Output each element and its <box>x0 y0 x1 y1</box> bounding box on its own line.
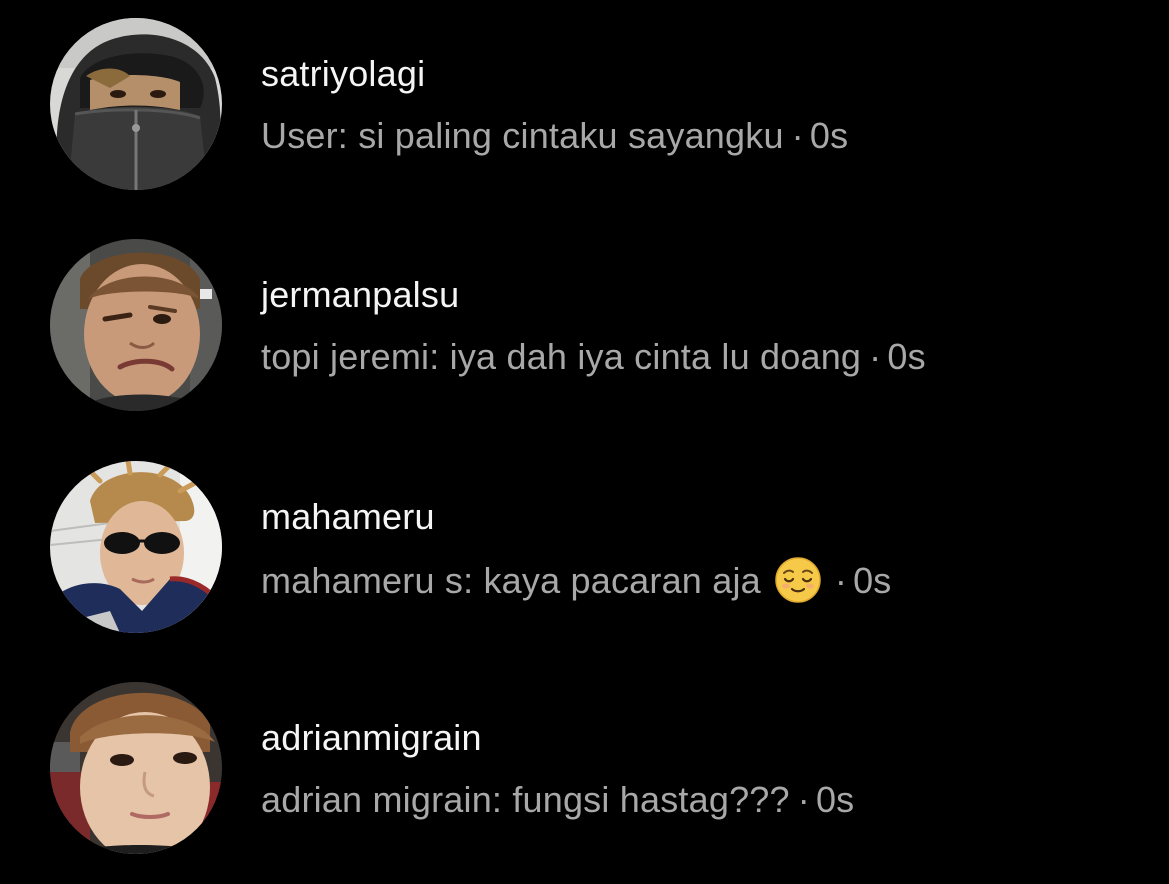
thread-time: 0s <box>853 560 892 601</box>
avatar-hooded-person-icon <box>50 18 222 190</box>
thread-separator: · <box>791 115 804 156</box>
avatar-satriyolagi[interactable] <box>50 18 222 190</box>
thread-time: 0s <box>887 336 926 377</box>
thread-row-mahameru[interactable]: mahameru mahameru s: kaya pacaran aja · 0… <box>0 451 1169 641</box>
thread-preview-text: User: si paling cintaku sayangku <box>261 115 784 156</box>
thread-row-jermanpalsu[interactable]: jermanpalsu topi jeremi: iya dah iya cin… <box>0 229 1169 419</box>
thread-preview: adrian migrain: fungsi hastag??? · 0s <box>261 778 854 822</box>
thread-separator: · <box>797 779 810 820</box>
avatar-sunglasses-person-icon <box>50 461 222 633</box>
avatar-adrianmigrain[interactable] <box>50 682 222 854</box>
thread-username: adrianmigrain <box>261 717 482 758</box>
thread-preview-text: adrian migrain: fungsi hastag??? <box>261 779 790 820</box>
avatar-closeup-face-icon <box>50 682 222 854</box>
avatar-squinting-face-icon <box>50 239 222 411</box>
thread-preview-text: mahameru s: kaya pacaran aja <box>261 560 761 601</box>
thread-time: 0s <box>815 779 855 820</box>
thread-row-satriyolagi[interactable]: satriyolagi User: si paling cintaku saya… <box>0 8 1169 198</box>
relieved-face-emoji-icon <box>775 557 821 603</box>
thread-preview: User: si paling cintaku sayangku · 0s <box>261 114 848 158</box>
thread-preview: topi jeremi: iya dah iya cinta lu doang ·… <box>261 335 926 379</box>
thread-separator: · <box>834 560 848 601</box>
avatar-jermanpalsu[interactable] <box>50 239 222 411</box>
thread-username: satriyolagi <box>261 53 426 94</box>
thread-time: 0s <box>809 115 849 156</box>
thread-preview: mahameru s: kaya pacaran aja · 0s <box>261 557 892 603</box>
thread-username: jermanpalsu <box>261 274 460 315</box>
message-thread-list: satriyolagi User: si paling cintaku saya… <box>0 0 1169 884</box>
avatar-mahameru[interactable] <box>50 461 222 633</box>
thread-username: mahameru <box>261 496 435 537</box>
thread-separator: · <box>869 336 882 377</box>
thread-preview-text: topi jeremi: iya dah iya cinta lu doang <box>261 336 862 377</box>
thread-row-adrianmigrain[interactable]: adrianmigrain adrian migrain: fungsi has… <box>0 672 1169 862</box>
